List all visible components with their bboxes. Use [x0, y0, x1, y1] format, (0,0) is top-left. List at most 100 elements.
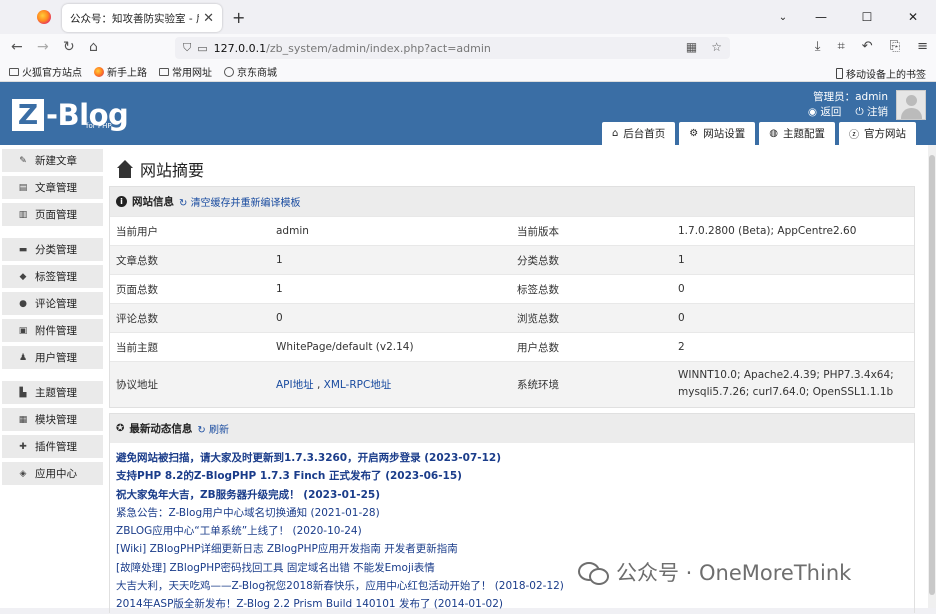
cell-value: 1 [270, 274, 511, 304]
home-icon [116, 160, 134, 178]
current-user-link[interactable]: admin [270, 216, 511, 246]
logo-letter: Z [12, 99, 44, 131]
scrollbar-thumb[interactable] [929, 155, 935, 595]
news-item[interactable]: 支持PHP 8.2的Z-BlogPHP 1.7.3 Finch 正式发布了 (2… [116, 467, 908, 485]
comment-icon: ● [19, 298, 27, 309]
cell-label: 页面总数 [110, 274, 270, 304]
avatar[interactable] [896, 90, 926, 120]
cell-value: 1 [672, 245, 914, 275]
page-scrollbar[interactable] [928, 145, 936, 608]
bookmark-label: 京东商城 [237, 68, 277, 79]
bookmark-item[interactable]: 火狐官方站点 [9, 64, 82, 79]
cell-value: WINNT10.0; Apache2.4.39; PHP7.3.4x64; my… [672, 361, 914, 407]
extensions-icon[interactable]: ⎘ [890, 39, 900, 54]
xmlrpc-link[interactable]: XML-RPC地址 [324, 379, 392, 391]
site-info-heading: 网站信息 [132, 196, 174, 208]
crop-icon[interactable]: ⌗ [837, 39, 844, 54]
sidebar-item-new-article[interactable]: ✎ 新建文章 [2, 149, 103, 172]
undo-icon[interactable]: ↶ [862, 39, 873, 54]
news-item[interactable]: 紧急公告：Z-Blog用户中心域名切换通知 (2021-01-28) [116, 504, 908, 522]
sidebar-item-label: 标签管理 [35, 271, 77, 283]
sidebar-item-tags[interactable]: ◆ 标签管理 [2, 265, 103, 288]
info-icon: i [116, 196, 127, 207]
table-row: 当前主题 WhitePage/default (v2.14) 用户总数 2 [110, 332, 914, 362]
mobile-bookmarks[interactable]: 移动设备上的书签 [836, 66, 926, 81]
back-arrow-icon[interactable]: ← [11, 39, 23, 55]
back-link[interactable]: ◉ 返回 [808, 105, 842, 120]
firefox-logo-icon[interactable] [37, 10, 51, 24]
sidebar-item-users[interactable]: ♟ 用户管理 [2, 346, 103, 369]
theme-icon: ◍ [769, 128, 778, 139]
theme-icon: ▙ [19, 387, 27, 398]
home-icon[interactable]: ⌂ [89, 39, 98, 55]
news-item[interactable]: 2014年ASP版全新发布！Z-Blog 2.2 Prism Build 140… [116, 595, 908, 613]
sidebar-item-themes[interactable]: ▙ 主题管理 [2, 381, 103, 404]
bookmark-label: 火狐官方站点 [22, 68, 82, 79]
sidebar-item-modules[interactable]: ▦ 模块管理 [2, 408, 103, 431]
site-info-header: i 网站信息 ↻ 清空缓存并重新编译模板 [110, 187, 914, 216]
news-item[interactable]: 祝大家兔年大吉，ZB服务器升级完成！ (2023-01-25) [116, 486, 908, 504]
tab-official-site[interactable]: ⓩ 官方网站 [839, 122, 916, 145]
url-action-icons: ▦ ☆ [686, 40, 722, 54]
refresh-link[interactable]: ↻ 刷新 [197, 421, 229, 436]
folder-icon: ▬ [18, 244, 28, 255]
app-center-icon: ◈ [19, 468, 27, 479]
refresh-icon: ↻ [197, 425, 209, 436]
page-title-text: 网站摘要 [140, 161, 205, 180]
cell-label: 协议地址 [110, 361, 270, 407]
reload-icon[interactable]: ↻ [63, 39, 75, 55]
news-item[interactable]: 避免网站被扫描，请大家及时更新到1.7.3.3260，开启两步登录 (2023-… [116, 449, 908, 467]
bookmark-item[interactable]: 京东商城 [224, 64, 277, 79]
tab-site-settings[interactable]: ⚙ 网站设置 [679, 122, 756, 145]
sidebar-item-plugins[interactable]: ✚ 插件管理 [2, 435, 103, 458]
tab-theme-config[interactable]: ◍ 主题配置 [759, 122, 835, 145]
sidebar: ✎ 新建文章 ▤ 文章管理 ▥ 页面管理 ▬ 分类管理 ◆ 标签管理 ● 评论管理 ▣ 附件管… [0, 145, 103, 608]
refresh-label: 刷新 [208, 425, 229, 436]
shield-icon[interactable]: ⛉ [183, 41, 191, 55]
url-path: /zb_system/admin/index.php?act=admin [266, 41, 491, 55]
minimize-icon[interactable]: — [798, 10, 844, 24]
close-window-icon[interactable]: ✕ [890, 10, 936, 24]
admin-label: 管理员：admin [813, 91, 888, 103]
forward-arrow-icon[interactable]: → [37, 39, 49, 55]
site-info-table: 当前用户 admin 当前版本 1.7.0.2800 (Beta); AppCe… [110, 216, 914, 407]
admin-header: Z -Blog for PHP 管理员：admin ◉ 返回 ⏻ 注销 ⌂ 后台首… [0, 82, 936, 145]
bookmark-label: 新手上路 [107, 68, 147, 79]
bookmark-star-icon[interactable]: ☆ [711, 40, 722, 54]
module-icon: ▦ [18, 414, 28, 425]
phone-icon [836, 68, 843, 79]
edit-icon: ✎ [19, 155, 27, 166]
sidebar-item-comments[interactable]: ● 评论管理 [2, 292, 103, 315]
bookmark-item[interactable]: 常用网址 [159, 64, 212, 79]
sidebar-item-articles[interactable]: ▤ 文章管理 [2, 176, 103, 199]
sidebar-item-app-center[interactable]: ◈ 应用中心 [2, 462, 103, 485]
qr-code-icon[interactable]: ▦ [686, 40, 697, 54]
tab-dashboard[interactable]: ⌂ 后台首页 [601, 122, 676, 145]
watermark-text: 公众号 · OneMoreThink [616, 561, 852, 585]
cell-label: 分类总数 [511, 245, 672, 275]
chevron-down-icon[interactable]: ⌄ [768, 12, 798, 23]
browser-tab-active[interactable]: 公众号：知攻善防实验室 - 后台首页 ✕ [62, 4, 222, 32]
back-label: 返回 [820, 106, 842, 118]
page-info-icon[interactable]: ▭ [197, 42, 207, 55]
cell-label: 当前主题 [110, 332, 270, 362]
cell-value: WhitePage/default (v2.14) [270, 332, 511, 362]
download-icon[interactable]: ⤓ [815, 39, 821, 54]
api-link[interactable]: API地址 [276, 379, 314, 391]
new-tab-icon[interactable]: + [232, 8, 245, 27]
url-bar[interactable]: ⛉ ▭ 127.0.0.1/zb_system/admin/index.php?… [175, 37, 730, 59]
sidebar-item-categories[interactable]: ▬ 分类管理 [2, 238, 103, 261]
bookmarks-bar: 火狐官方站点 新手上路 常用网址 京东商城 移动设备上的书签 [0, 62, 936, 82]
menu-icon[interactable]: ≡ [917, 39, 928, 54]
logout-link[interactable]: ⏻ 注销 [855, 105, 888, 120]
sidebar-item-attachments[interactable]: ▣ 附件管理 [2, 319, 103, 342]
page-title: 网站摘要 [116, 157, 204, 181]
sidebar-item-pages[interactable]: ▥ 页面管理 [2, 203, 103, 226]
clear-cache-link[interactable]: ↻ 清空缓存并重新编译模板 [179, 194, 301, 209]
maximize-icon[interactable]: ☐ [844, 10, 890, 24]
tag-icon: ◆ [19, 271, 27, 282]
bookmark-item[interactable]: 新手上路 [94, 64, 147, 79]
tab-label: 官方网站 [864, 128, 906, 140]
news-item[interactable]: ZBLOG应用中心“工单系统”上线了！ (2020-10-24) [116, 522, 908, 540]
close-icon[interactable]: ✕ [203, 11, 214, 26]
